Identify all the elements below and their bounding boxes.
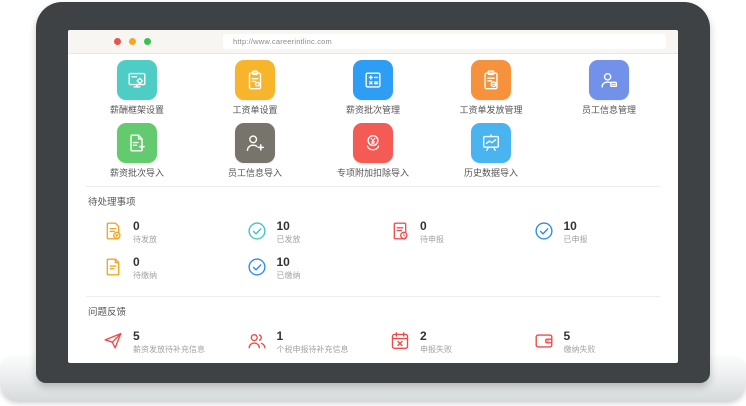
stat-payment-failed[interactable]: 5 缴纳失败 xyxy=(517,330,661,354)
tax-hand-icon xyxy=(353,123,393,163)
stat-label: 已缴纳 xyxy=(277,271,301,280)
app-label: 员工信息管理 xyxy=(582,106,636,115)
app-employee-info-import[interactable]: 员工信息导入 xyxy=(196,123,314,178)
check-circle-icon xyxy=(533,220,555,242)
stat-pending-distribution[interactable]: 0 待发放 xyxy=(86,220,230,244)
stat-salary-distribution-supplement[interactable]: 5 薪资发放待补充信息 xyxy=(86,330,230,354)
stat-label: 待申报 xyxy=(420,235,444,244)
app-label: 薪资批次导入 xyxy=(110,169,164,178)
pending-stats-grid: 0 待发放 10 已发放 xyxy=(68,208,678,280)
app-label: 员工信息导入 xyxy=(228,169,282,178)
laptop-bezel: http://www.careerintlinc.com 薪酬框架设置 xyxy=(36,2,710,383)
check-circle-icon xyxy=(246,256,268,278)
document-plus-icon xyxy=(117,123,157,163)
traffic-light-red-icon[interactable] xyxy=(114,38,121,45)
stat-count: 10 xyxy=(277,256,301,268)
app-salary-batch-import[interactable]: 薪资批次导入 xyxy=(78,123,196,178)
traffic-light-yellow-icon[interactable] xyxy=(129,38,136,45)
stat-count: 0 xyxy=(133,256,157,268)
stat-label: 待缴纳 xyxy=(133,271,157,280)
app-label: 工资单设置 xyxy=(232,106,277,115)
traffic-light-green-icon[interactable] xyxy=(144,38,151,45)
stat-count: 1 xyxy=(277,330,349,342)
address-bar[interactable]: http://www.careerintlinc.com xyxy=(223,34,666,49)
person-card-icon xyxy=(589,60,629,100)
stat-declaration-failed[interactable]: 2 申报失败 xyxy=(373,330,517,354)
app-label: 历史数据导入 xyxy=(464,169,518,178)
app-salary-batch-management[interactable]: 薪资批次管理 xyxy=(314,60,432,115)
pending-section-title: 待处理事项 xyxy=(86,186,660,208)
users-icon xyxy=(246,330,268,352)
stat-label: 薪资发放待补充信息 xyxy=(133,345,205,354)
document-clock-icon xyxy=(389,220,411,242)
stat-paid[interactable]: 10 已缴纳 xyxy=(230,256,374,280)
person-plus-icon xyxy=(235,123,275,163)
app-special-deduction-import[interactable]: 专项附加扣除导入 xyxy=(314,123,432,178)
browser-window: http://www.careerintlinc.com 薪酬框架设置 xyxy=(68,30,678,363)
app-grid-row1: 薪酬框架设置 工资单设置 xyxy=(68,60,678,115)
app-label: 薪资批次管理 xyxy=(346,106,400,115)
browser-topbar: http://www.careerintlinc.com xyxy=(68,30,678,54)
monitor-gear-icon xyxy=(117,60,157,100)
clipboard-pay-icon xyxy=(471,60,511,100)
stat-label: 已申报 xyxy=(564,235,588,244)
app-label: 专项附加扣除导入 xyxy=(337,169,409,178)
feedback-section-title: 问题反馈 xyxy=(86,296,660,318)
feedback-stats-grid: 5 薪资发放待补充信息 1 个税申报待补充信息 xyxy=(68,318,678,354)
stat-tax-declaration-supplement[interactable]: 1 个税申报待补充信息 xyxy=(230,330,374,354)
stat-pending-payment[interactable]: 0 待缴纳 xyxy=(86,256,230,280)
app-payslip-settings[interactable]: 工资单设置 xyxy=(196,60,314,115)
document-yen-icon xyxy=(102,220,124,242)
stat-count: 10 xyxy=(564,220,588,232)
paper-plane-icon xyxy=(102,330,124,352)
app-payslip-distribution-management[interactable]: 工资单发放管理 xyxy=(432,60,550,115)
stat-declared[interactable]: 10 已申报 xyxy=(517,220,661,244)
app-grid-row2: 薪资批次导入 员工信息导入 xyxy=(68,123,678,178)
stat-count: 5 xyxy=(133,330,205,342)
wallet-icon xyxy=(533,330,555,352)
app-history-data-import[interactable]: 历史数据导入 xyxy=(432,123,550,178)
calendar-x-icon xyxy=(389,330,411,352)
check-circle-icon xyxy=(246,220,268,242)
calculator-icon xyxy=(353,60,393,100)
stat-count: 0 xyxy=(420,220,444,232)
stat-label: 缴纳失败 xyxy=(564,345,596,354)
url-text: http://www.careerintlinc.com xyxy=(233,37,332,46)
clipboard-gear-icon xyxy=(235,60,275,100)
document-icon xyxy=(102,256,124,278)
stat-label: 待发放 xyxy=(133,235,157,244)
stat-pending-declaration[interactable]: 0 待申报 xyxy=(373,220,517,244)
stat-count: 0 xyxy=(133,220,157,232)
stat-count: 10 xyxy=(277,220,301,232)
stat-distributed[interactable]: 10 已发放 xyxy=(230,220,374,244)
stat-label: 申报失败 xyxy=(420,345,452,354)
stat-label: 个税申报待补充信息 xyxy=(277,345,349,354)
presentation-chart-icon xyxy=(471,123,511,163)
app-label: 薪酬框架设置 xyxy=(110,106,164,115)
stat-label: 已发放 xyxy=(277,235,301,244)
stat-count: 2 xyxy=(420,330,452,342)
stat-count: 5 xyxy=(564,330,596,342)
app-label: 工资单发放管理 xyxy=(459,106,522,115)
app-salary-framework-settings[interactable]: 薪酬框架设置 xyxy=(78,60,196,115)
app-employee-info-management[interactable]: 员工信息管理 xyxy=(550,60,668,115)
